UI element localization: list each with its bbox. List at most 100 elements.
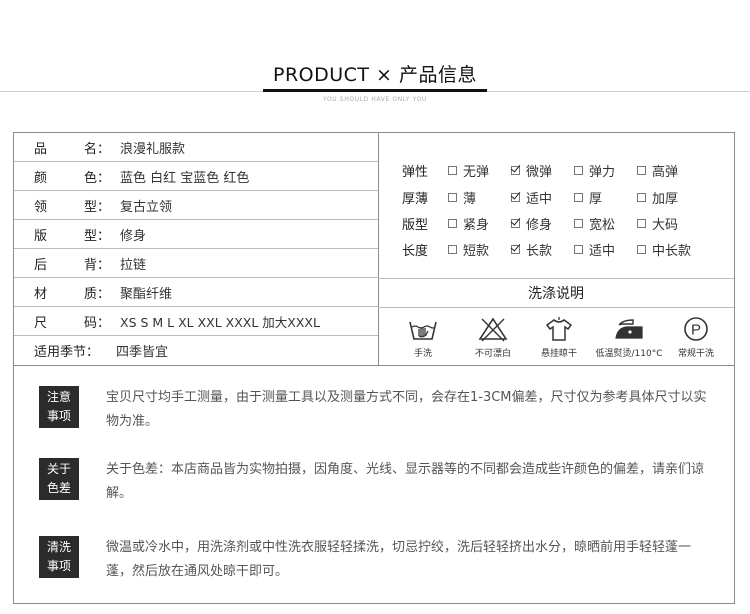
attribute-panel: 弹性 无弹 微弹 弹力 高弹 厚薄薄适中厚加厚 版型 紧身 修身 宽松 大码 长度 短款 长款 适中 中长款 … xyxy=(378,133,734,365)
spec-value: 聚酯纤维 xyxy=(120,286,173,302)
checkbox-icon[interactable] xyxy=(448,192,457,202)
checkbox-icon[interactable] xyxy=(448,165,457,175)
checkbox-icon[interactable] xyxy=(637,218,646,228)
attribute-name: 厚薄 xyxy=(402,191,429,207)
dry-clean-icon: P xyxy=(684,317,708,341)
wash-label: 常规干洗 xyxy=(677,349,714,359)
checked-box-icon[interactable] xyxy=(511,244,520,254)
page-title: PRODUCT × 产品信息 xyxy=(272,64,478,86)
wash-title: 洗涤说明 xyxy=(378,278,734,308)
attribute-option[interactable]: 微弹 xyxy=(511,161,574,180)
checkbox-icon[interactable] xyxy=(448,244,457,254)
checked-box-icon[interactable] xyxy=(511,165,520,175)
header: PRODUCT × 产品信息 YOU SHOULD HAVE ONLY YOU xyxy=(0,0,750,130)
spec-row-size: 尺码： XS S M L XL XXL XXXL 加大XXXL xyxy=(14,307,378,336)
page-subtitle: YOU SHOULD HAVE ONLY YOU xyxy=(323,96,427,103)
attribute-option[interactable]: 无弹 xyxy=(448,161,511,180)
checkbox-icon[interactable] xyxy=(574,165,583,175)
spec-value: 浪漫礼服款 xyxy=(120,141,186,157)
note-text: 微温或冷水中，用洗涤剂或中性洗衣服轻轻揉洗，切忌拧绞，洗后轻轻挤出水分，晾晒前用… xyxy=(106,540,692,579)
attribute-option[interactable]: 高弹 xyxy=(637,161,700,180)
attribute-option[interactable]: 长款 xyxy=(511,240,574,259)
attribute-name: 长度 xyxy=(402,243,429,259)
attribute-option-label: 短款 xyxy=(463,243,490,259)
spec-row-season: 适用季节： 四季皆宜 xyxy=(14,336,378,365)
checkbox-icon[interactable] xyxy=(637,192,646,202)
spec-label: 版型： xyxy=(34,228,110,244)
attribute-name: 版型 xyxy=(402,217,429,233)
attribute-option-label: 高弹 xyxy=(652,164,679,180)
spec-table: 品名： 浪漫礼服款 颜色： 蓝色 白红 宝蓝色 红色 领型： 复古立领 版型： … xyxy=(13,132,735,366)
attribute-option[interactable]: 大码 xyxy=(637,214,700,233)
attribute-option-label: 无弹 xyxy=(463,164,490,180)
spec-label: 品名： xyxy=(34,141,110,157)
attribute-option-label: 长款 xyxy=(526,243,553,259)
notes-section: 注意 事项 宝贝尺寸均手工测量，由于测量工具以及测量方式不同，会存在1-3CM偏… xyxy=(13,366,735,604)
checkbox-icon[interactable] xyxy=(574,244,583,254)
spec-row-name: 品名： 浪漫礼服款 xyxy=(14,133,378,162)
wash-item-dry-clean: P 常规干洗 xyxy=(656,308,736,359)
checkbox-icon[interactable] xyxy=(637,244,646,254)
note-text: 宝贝尺寸均手工测量，由于测量工具以及测量方式不同，会存在1-3CM偏差，尺寸仅为… xyxy=(106,390,707,429)
wash-label: 手洗 xyxy=(413,349,432,359)
attribute-option[interactable]: 加厚 xyxy=(637,188,700,207)
spec-list: 品名： 浪漫礼服款 颜色： 蓝色 白红 宝蓝色 红色 领型： 复古立领 版型： … xyxy=(14,133,379,365)
spec-label: 材质： xyxy=(34,286,110,302)
attribute-option-label: 适中 xyxy=(589,243,616,259)
note-tag: 关于 色差 xyxy=(39,458,79,500)
attribute-row: 版型 紧身 修身 宽松 大码 xyxy=(378,210,700,236)
attribute-option[interactable]: 短款 xyxy=(448,240,511,259)
spec-row-color: 颜色： 蓝色 白红 宝蓝色 红色 xyxy=(14,162,378,191)
attribute-row: 弹性 无弹 微弹 弹力 高弹 xyxy=(378,157,700,183)
hang-dry-icon xyxy=(545,317,573,341)
spec-label: 适用季节： xyxy=(34,345,100,360)
attribute-name: 弹性 xyxy=(402,164,429,180)
attribute-option-label: 大码 xyxy=(652,217,679,233)
spec-value: XS S M L XL XXL XXXL 加大XXXL xyxy=(120,314,320,330)
checkbox-icon[interactable] xyxy=(574,192,583,202)
checkbox-icon[interactable] xyxy=(637,165,646,175)
checked-box-icon[interactable] xyxy=(511,218,520,228)
spec-label: 领型： xyxy=(34,199,110,215)
note-tag: 清洗 事项 xyxy=(39,536,79,578)
spec-value: 修身 xyxy=(120,228,147,244)
wash-item-hang-dry: 悬挂晾干 xyxy=(519,308,599,359)
spec-row-back: 后背： 拉链 xyxy=(14,249,378,278)
attribute-option[interactable]: 弹力 xyxy=(574,161,637,180)
wash-item-hand-wash: 手洗 xyxy=(383,308,463,359)
hand-wash-icon xyxy=(409,321,437,340)
attribute-option-label: 宽松 xyxy=(589,217,616,233)
spec-row-collar: 领型： 复古立领 xyxy=(14,191,378,220)
checked-box-icon[interactable] xyxy=(511,192,520,202)
spec-value: 四季皆宜 xyxy=(116,345,169,360)
attribute-option[interactable]: 厚 xyxy=(574,188,637,207)
spec-row-fit: 版型： 修身 xyxy=(14,220,378,249)
wash-icons: 手洗 不可漂白 悬挂晾干 低温熨烫/110°C P 常规干洗 xyxy=(378,308,734,365)
attribute-option[interactable]: 修身 xyxy=(511,214,574,233)
attribute-option[interactable]: 宽松 xyxy=(574,214,637,233)
svg-text:P: P xyxy=(691,322,701,339)
attribute-row: 厚薄 薄 适中 厚 加厚 xyxy=(378,184,700,210)
attribute-option[interactable]: 适中 xyxy=(574,240,637,259)
attribute-option[interactable]: 中长款 xyxy=(637,240,700,259)
attribute-option-label: 中长款 xyxy=(652,243,692,259)
note-tag: 注意 事项 xyxy=(39,386,79,428)
checkbox-icon[interactable] xyxy=(448,218,457,228)
wash-label: 悬挂晾干 xyxy=(540,349,577,359)
attribute-option-label: 薄 xyxy=(463,191,477,207)
attribute-option[interactable]: 适中 xyxy=(511,188,574,207)
checkbox-icon[interactable] xyxy=(574,218,583,228)
spec-label: 尺码： xyxy=(34,315,110,331)
attribute-option-label: 修身 xyxy=(526,217,553,233)
header-accent-bar xyxy=(263,89,487,92)
attribute-option[interactable]: 薄 xyxy=(448,188,511,207)
attribute-option-label: 弹力 xyxy=(589,164,616,180)
attribute-option-label: 适中 xyxy=(526,191,553,207)
spec-label: 后背： xyxy=(34,257,110,273)
spec-value: 复古立领 xyxy=(120,199,173,215)
attribute-option[interactable]: 紧身 xyxy=(448,214,511,233)
attribute-option-label: 紧身 xyxy=(463,217,490,233)
attribute-row: 长度 短款 长款 适中 中长款 xyxy=(378,236,700,262)
iron-low-icon xyxy=(615,319,643,339)
attribute-option-label: 加厚 xyxy=(652,191,679,207)
